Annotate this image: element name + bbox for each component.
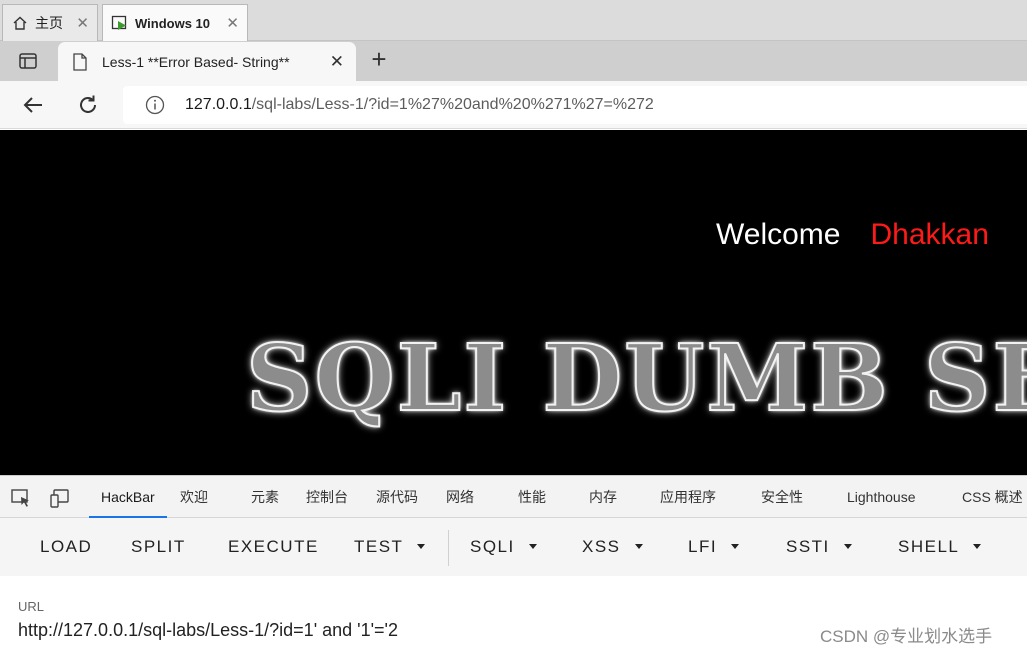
devtools-tab-css-overview[interactable]: CSS 概述 xyxy=(962,476,1023,518)
home-icon xyxy=(11,14,29,32)
load-button[interactable]: LOAD xyxy=(40,518,92,576)
caret-down-icon xyxy=(973,544,982,549)
vm-tab-label: Windows 10 xyxy=(135,15,211,31)
watermark: CSDN @专业划水选手 xyxy=(820,627,993,646)
info-icon[interactable] xyxy=(145,95,165,115)
devtools-tab-sources[interactable]: 源代码 xyxy=(376,476,418,518)
banner-title: SQLI DUMB SERIES xyxy=(245,324,1027,432)
device-toggle-icon[interactable] xyxy=(49,487,71,509)
address-url[interactable]: 127.0.0.1/sql-labs/Less-1/?id=1%27%20and… xyxy=(185,96,654,114)
vm-tab-windows[interactable]: Windows 10 ✕ xyxy=(102,4,248,41)
devtools-tab-security[interactable]: 安全性 xyxy=(761,476,803,518)
tab-actions-icon[interactable] xyxy=(18,51,38,71)
lfi-dropdown[interactable]: LFI xyxy=(688,518,740,576)
devtools-panel: HackBar 欢迎 元素 控制台 源代码 网络 性能 内存 应用程序 安全性 … xyxy=(0,475,1027,650)
devtools-tab-performance[interactable]: 性能 xyxy=(518,476,546,518)
tab-title: Less-1 **Error Based- String** xyxy=(102,53,290,70)
url-field-label: URL xyxy=(18,599,45,614)
address-host: 127.0.0.1 xyxy=(185,96,252,113)
devtools-tab-welcome[interactable]: 欢迎 xyxy=(180,476,208,518)
welcome-text: Welcome Dhakkan xyxy=(716,218,989,252)
devtools-tab-application[interactable]: 应用程序 xyxy=(660,476,716,518)
devtools-tab-bar: HackBar 欢迎 元素 控制台 源代码 网络 性能 内存 应用程序 安全性 … xyxy=(0,476,1027,518)
shell-dropdown[interactable]: SHELL xyxy=(898,518,982,576)
url-field[interactable]: http://127.0.0.1/sql-labs/Less-1/?id=1' … xyxy=(18,620,398,641)
inspect-element-icon[interactable] xyxy=(10,487,32,509)
address-path: /sql-labs/Less-1/?id=1%27%20and%20%271%2… xyxy=(251,96,654,113)
new-tab-icon[interactable]: + xyxy=(366,46,392,73)
caret-down-icon xyxy=(528,544,537,549)
back-icon[interactable] xyxy=(20,92,46,118)
close-icon[interactable]: ✕ xyxy=(330,52,344,72)
execute-button[interactable]: EXECUTE xyxy=(228,518,319,576)
devtools-tab-hackbar[interactable]: HackBar xyxy=(89,476,167,518)
browser-tab-bar: Less-1 **Error Based- String** ✕ + xyxy=(0,41,1027,81)
caret-down-icon xyxy=(731,544,740,549)
devtools-tab-lighthouse[interactable]: Lighthouse xyxy=(847,476,916,518)
devtools-tab-memory[interactable]: 内存 xyxy=(589,476,617,518)
caret-down-icon xyxy=(634,544,643,549)
reload-icon[interactable] xyxy=(75,92,101,118)
devtools-tab-console[interactable]: 控制台 xyxy=(306,476,348,518)
browser-tab-active[interactable]: Less-1 **Error Based- String** ✕ xyxy=(58,42,356,81)
user-name: Dhakkan xyxy=(870,218,989,251)
devtools-tab-network[interactable]: 网络 xyxy=(446,476,474,518)
document-icon xyxy=(72,52,88,71)
close-icon[interactable]: ✕ xyxy=(76,14,89,32)
xss-dropdown[interactable]: XSS xyxy=(582,518,643,576)
toolbar-divider xyxy=(448,530,449,566)
vm-tab-strip: 主页 ✕ Windows 10 ✕ xyxy=(0,0,1027,41)
vm-icon xyxy=(111,14,129,32)
devtools-tab-elements[interactable]: 元素 xyxy=(251,476,279,518)
hackbar-toolbar: LOAD SPLIT EXECUTE TEST SQLI XSS LFI SST… xyxy=(0,518,1027,576)
close-icon[interactable]: ✕ xyxy=(226,14,239,32)
navigation-bar: 127.0.0.1/sql-labs/Less-1/?id=1%27%20and… xyxy=(0,81,1027,129)
split-button[interactable]: SPLIT xyxy=(131,518,186,576)
welcome-label: Welcome xyxy=(716,218,841,251)
test-dropdown[interactable]: TEST xyxy=(354,518,426,576)
address-bar[interactable]: 127.0.0.1/sql-labs/Less-1/?id=1%27%20and… xyxy=(123,86,1027,124)
caret-down-icon xyxy=(843,544,852,549)
sqli-dropdown[interactable]: SQLI xyxy=(470,518,537,576)
ssti-dropdown[interactable]: SSTI xyxy=(786,518,852,576)
vm-tab-home[interactable]: 主页 ✕ xyxy=(2,4,98,41)
page-content: Welcome Dhakkan SQLI DUMB SERIES xyxy=(0,130,1027,475)
caret-down-icon xyxy=(417,544,426,549)
vm-tab-label: 主页 xyxy=(35,15,63,31)
